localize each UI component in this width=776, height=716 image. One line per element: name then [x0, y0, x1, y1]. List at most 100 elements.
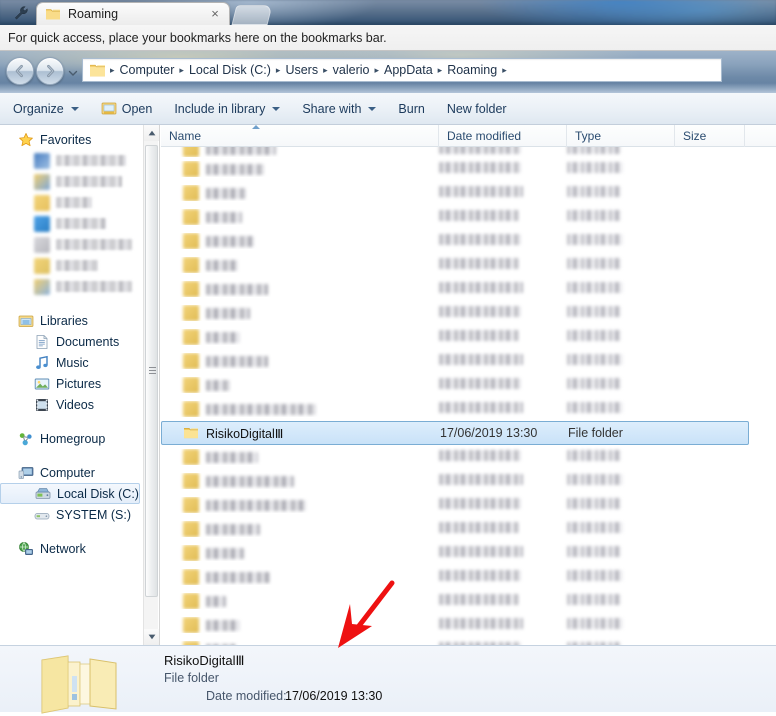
breadcrumb-valerio[interactable]: valerio [329, 61, 374, 79]
table-row[interactable] [161, 253, 776, 277]
column-header-name[interactable]: Name [161, 125, 439, 147]
burn-button[interactable]: Burn [389, 97, 433, 121]
sidebar-item-music[interactable]: Music [0, 352, 144, 373]
scroll-down-button[interactable] [144, 629, 159, 645]
chevron-down-icon [148, 634, 155, 640]
breadcrumb-computer[interactable]: Computer [116, 61, 179, 79]
blurred-file-name [206, 331, 240, 343]
cell-name [161, 257, 439, 273]
blurred-value [439, 162, 521, 173]
table-row[interactable] [161, 637, 776, 645]
breadcrumb-roaming[interactable]: Roaming [443, 61, 501, 79]
sidebar-item-favorites[interactable]: Favorites [0, 129, 144, 150]
sidebar-item-computer[interactable]: Computer [0, 462, 144, 483]
bookmarks-bar[interactable]: For quick access, place your bookmarks h… [0, 25, 776, 51]
blurred-value [439, 186, 523, 197]
browser-tab-roaming[interactable]: Roaming × [36, 2, 230, 25]
open-folder-icon [101, 102, 117, 115]
address-bar[interactable]: ▸ Computer ▸ Local Disk (C:) ▸ Users ▸ v… [82, 58, 722, 82]
table-row[interactable] [161, 373, 776, 397]
folder-icon [183, 257, 199, 273]
column-label-size: Size [683, 129, 707, 143]
cell-name [161, 329, 439, 345]
forward-button[interactable] [36, 57, 64, 85]
sidebar-item-pictures[interactable]: Pictures [0, 373, 144, 394]
breadcrumb-appdata[interactable]: AppData [380, 61, 437, 79]
sidebar-item-favorite-3[interactable] [0, 192, 144, 213]
explorer-command-toolbar: Organize Open Include in library Share w… [0, 93, 776, 125]
organize-button[interactable]: Organize [4, 97, 88, 121]
sidebar-item-favorite-5[interactable] [0, 234, 144, 255]
blurred-icon [34, 152, 50, 169]
table-row[interactable] [161, 445, 776, 469]
table-row[interactable] [161, 205, 776, 229]
close-icon[interactable]: × [207, 6, 223, 22]
cell-name [161, 305, 439, 321]
open-button[interactable]: Open [92, 97, 162, 121]
sidebar-item-local-disk-c[interactable]: Local Disk (C:) [0, 483, 140, 504]
sidebar-item-documents[interactable]: Documents [0, 331, 144, 352]
sidebar-item-libraries[interactable]: Libraries [0, 310, 144, 331]
cell-type [567, 498, 675, 512]
table-row[interactable] [161, 229, 776, 253]
sidebar-item-favorite-2[interactable] [0, 171, 144, 192]
column-header-date-modified[interactable]: Date modified [439, 125, 567, 147]
sidebar-item-homegroup[interactable]: Homegroup [0, 428, 144, 449]
sidebar-item-favorite-7[interactable] [0, 276, 144, 297]
breadcrumb-users[interactable]: Users [281, 61, 322, 79]
sidebar-scrollbar-thumb[interactable] [145, 145, 158, 597]
column-header-size[interactable]: Size [675, 125, 745, 147]
sidebar-item-videos[interactable]: Videos [0, 394, 144, 415]
table-row[interactable] [161, 613, 776, 637]
network-icon [19, 541, 33, 555]
blurred-file-name [206, 475, 294, 487]
sidebar-item-favorite-1[interactable] [0, 150, 144, 171]
recent-locations-button[interactable] [68, 67, 78, 77]
sidebar-label-homegroup: Homegroup [40, 431, 106, 446]
blurred-value [439, 330, 519, 341]
table-row[interactable] [161, 397, 776, 421]
table-row[interactable] [161, 349, 776, 373]
blurred-value [439, 378, 521, 389]
table-row[interactable] [161, 493, 776, 517]
table-row[interactable] [161, 541, 776, 565]
table-row[interactable] [161, 325, 776, 349]
cell-name [161, 617, 439, 633]
wrench-menu-button[interactable] [8, 2, 34, 24]
cell-type [567, 162, 675, 176]
table-row-selected[interactable]: RisikoDigitalⅢ 17/06/2019 13:30 File folde… [161, 421, 749, 445]
sidebar-item-network[interactable]: Network [0, 538, 144, 559]
folder-icon [183, 305, 199, 321]
back-button[interactable] [6, 57, 34, 85]
sidebar-label-favorites: Favorites [40, 132, 92, 147]
table-row[interactable] [161, 469, 776, 493]
table-row[interactable] [161, 157, 776, 181]
new-tab-button[interactable] [231, 5, 273, 25]
blurred-value [567, 282, 623, 293]
sidebar-label-pictures: Pictures [56, 376, 102, 391]
sidebar-item-favorite-6[interactable] [0, 255, 144, 276]
column-header-type[interactable]: Type [567, 125, 675, 147]
sidebar-item-favorite-4[interactable] [0, 213, 144, 234]
table-row[interactable] [161, 565, 776, 589]
sidebar-scrollbar[interactable] [143, 125, 159, 645]
bookmarks-empty-hint: For quick access, place your bookmarks h… [8, 30, 387, 45]
table-row[interactable] [161, 147, 776, 157]
scroll-up-button[interactable] [144, 125, 159, 141]
cell-type [567, 546, 675, 560]
sidebar-item-system-s[interactable]: SYSTEM (S:) [0, 504, 144, 525]
chevron-down-icon [272, 106, 281, 111]
blurred-icon [34, 257, 50, 274]
table-row[interactable] [161, 181, 776, 205]
blurred-value [439, 282, 523, 293]
table-row[interactable] [161, 277, 776, 301]
breadcrumb-local-disk-c[interactable]: Local Disk (C:) [185, 61, 275, 79]
file-list-view: Name Date modified Type Size RisikoDigit… [161, 125, 776, 645]
table-row[interactable] [161, 589, 776, 613]
table-row[interactable] [161, 517, 776, 541]
new-folder-button[interactable]: New folder [438, 97, 516, 121]
large-folder-icon [41, 655, 117, 714]
include-in-library-button[interactable]: Include in library [165, 97, 289, 121]
table-row[interactable] [161, 301, 776, 325]
share-with-button[interactable]: Share with [293, 97, 385, 121]
